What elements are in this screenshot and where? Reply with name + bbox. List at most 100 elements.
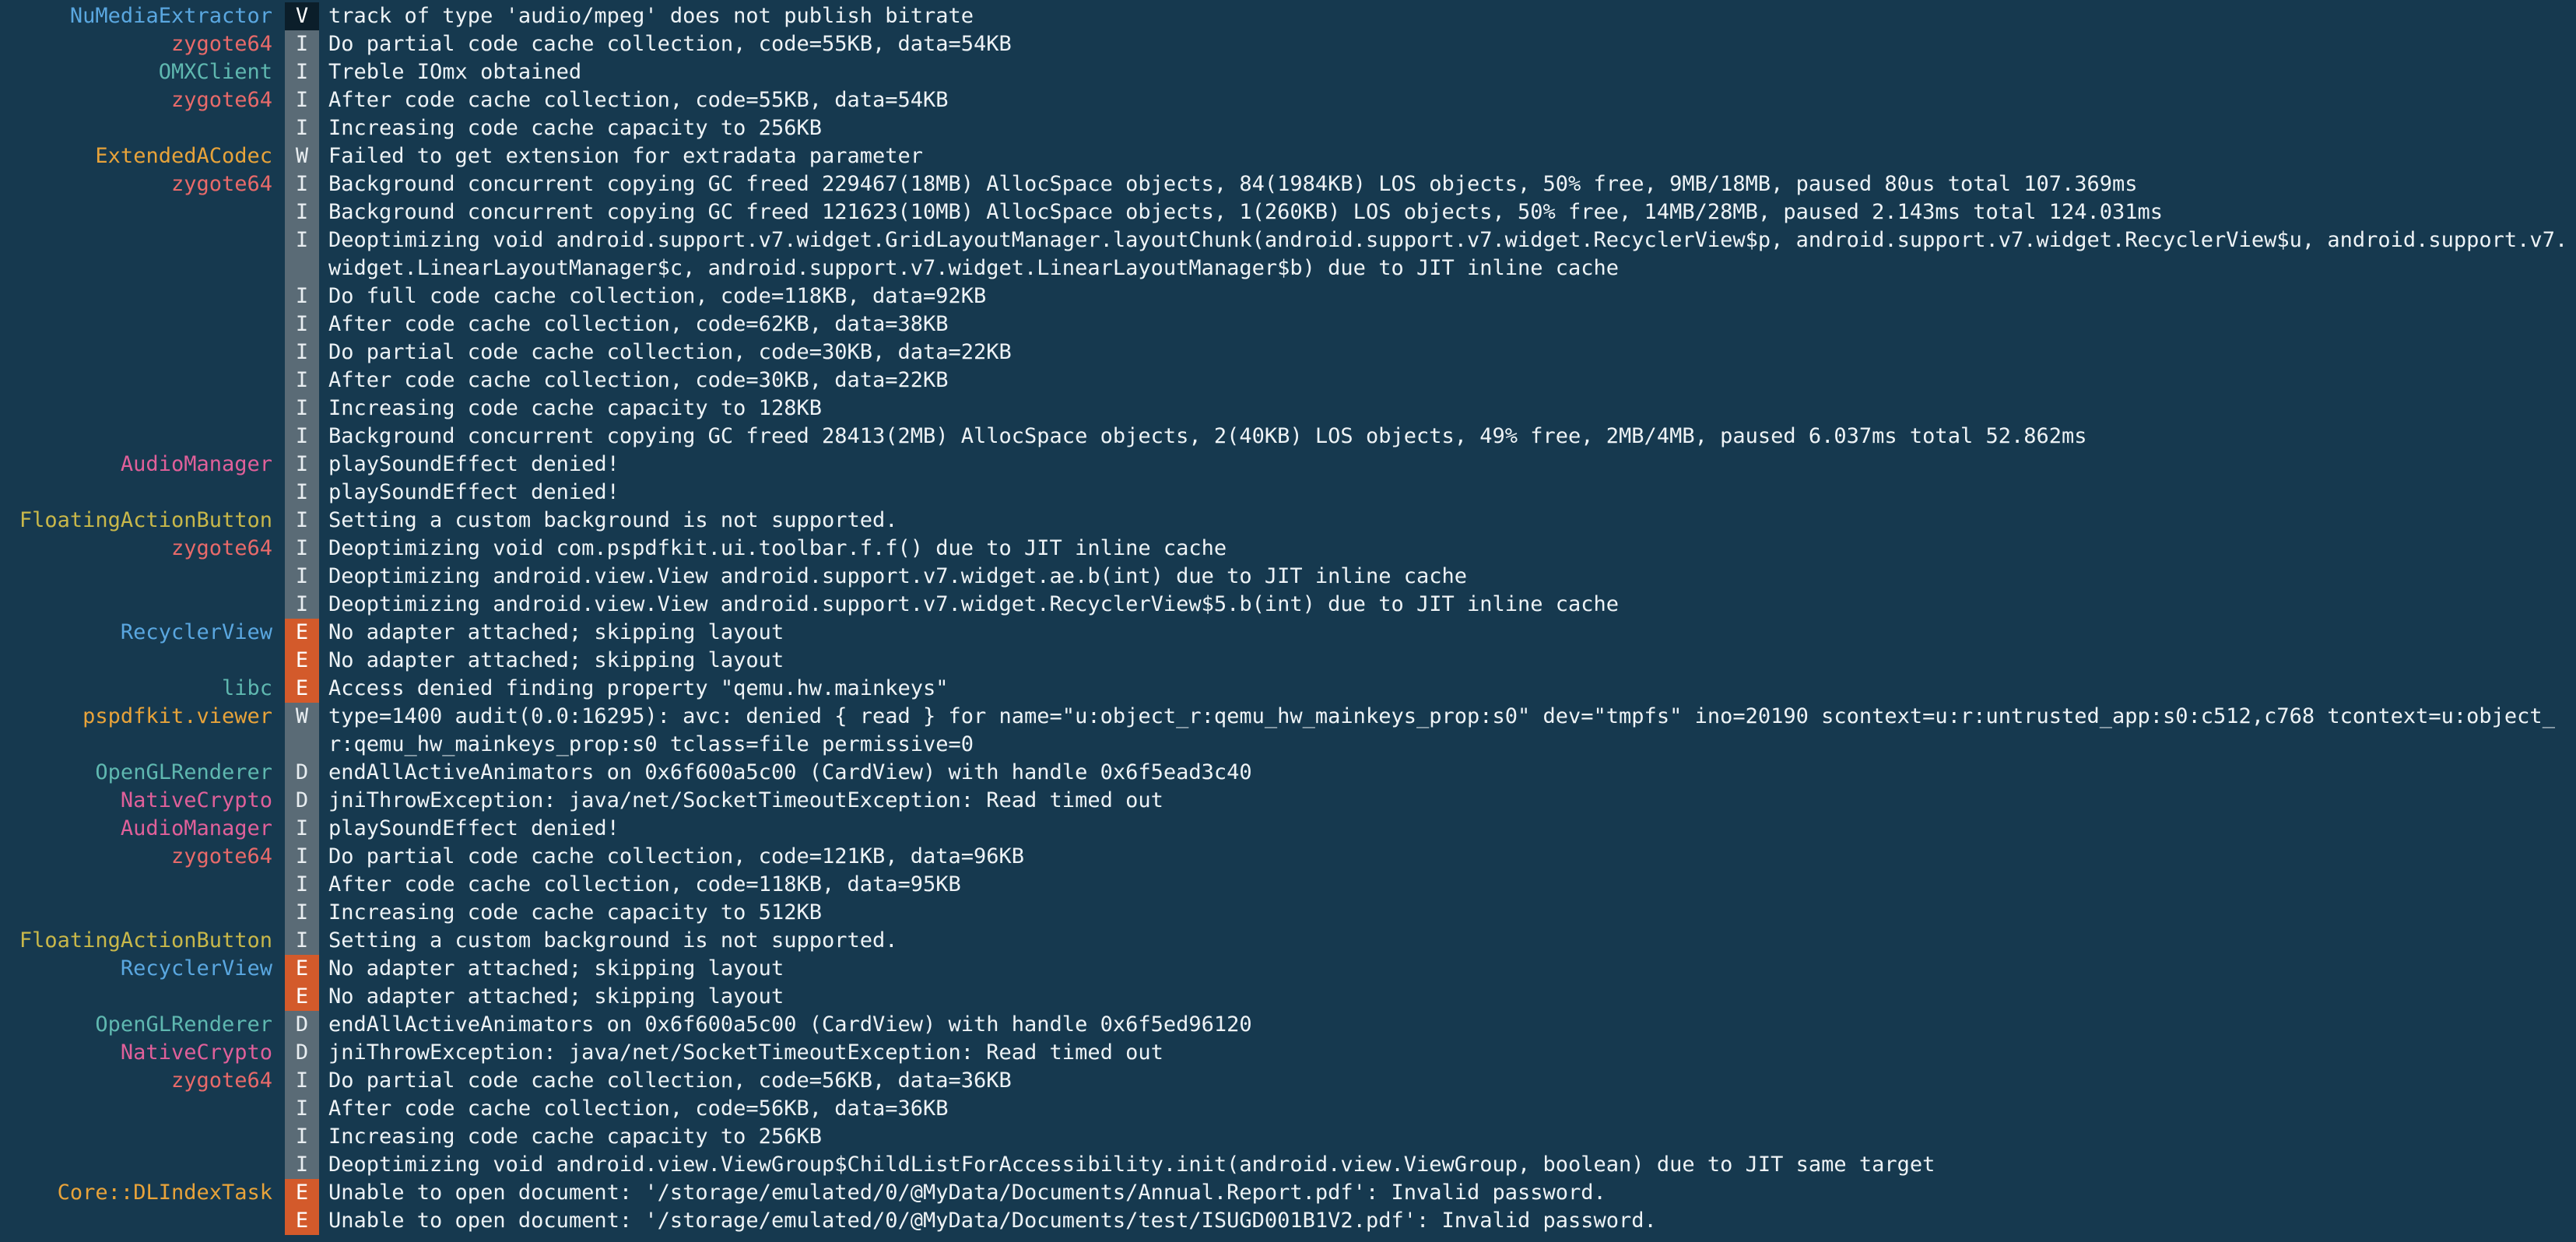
log-tag: zygote64: [170, 32, 272, 56]
log-tag: AudioManager: [120, 452, 272, 476]
log-message: Unable to open document: '/storage/emula…: [328, 1209, 1657, 1233]
log-level-badge: I: [285, 1095, 319, 1123]
log-level-badge: I: [285, 1123, 319, 1151]
log-message: endAllActiveAnimators on 0x6f600a5c00 (C…: [328, 760, 1252, 784]
log-row: I Deoptimizing void android.view.ViewGrou…: [0, 1151, 2576, 1179]
log-row: NativeCrypto DjniThrowException: java/net…: [0, 1039, 2576, 1067]
log-tag: [0, 563, 285, 591]
log-level-badge: I: [285, 395, 319, 423]
log-tag: [0, 226, 285, 282]
log-tag: [0, 339, 285, 367]
log-message: Background concurrent copying GC freed 1…: [328, 200, 2164, 224]
log-level-badge: I: [285, 871, 319, 899]
log-message: No adapter attached; skipping layout: [328, 956, 784, 981]
log-tag: RecyclerView: [120, 956, 272, 981]
log-row: I Background concurrent copying GC freed …: [0, 198, 2576, 226]
log-row: I Increasing code cache capacity to 512KB: [0, 899, 2576, 927]
log-row: libc E Access denied finding property "qem…: [0, 675, 2576, 703]
log-level-badge: I: [285, 58, 319, 86]
log-tag: OpenGLRenderer: [95, 1012, 272, 1037]
log-row: E Unable to open document: '/storage/emul…: [0, 1207, 2576, 1235]
log-level-badge: E: [285, 983, 319, 1011]
log-message: After code cache collection, code=30KB, …: [328, 368, 949, 392]
log-tag: [0, 395, 285, 423]
log-message: playSoundEffect denied!: [328, 816, 619, 840]
log-message: Setting a custom background is not suppo…: [328, 508, 898, 532]
log-tag: FloatingActionButton: [19, 508, 272, 532]
log-tag: NuMediaExtractor: [69, 4, 272, 28]
log-level-badge: I: [285, 86, 319, 114]
log-message: endAllActiveAnimators on 0x6f600a5c00 (C…: [328, 1012, 1252, 1037]
log-message: Increasing code cache capacity to 256KB: [328, 1124, 822, 1149]
log-row: I After code cache collection, code=30KB,…: [0, 367, 2576, 395]
log-row: RecyclerView E No adapter attached; skippi…: [0, 955, 2576, 983]
log-tag: zygote64: [170, 536, 272, 560]
log-message: Deoptimizing void com.pspdfkit.ui.toolba…: [328, 536, 1227, 560]
log-message: No adapter attached; skipping layout: [328, 648, 784, 672]
log-level-badge: I: [285, 310, 319, 339]
log-row: FloatingActionButton I Setting a custom ba…: [0, 507, 2576, 535]
log-tag: ExtendedACodec: [95, 144, 272, 168]
log-level-badge: I: [285, 30, 319, 58]
log-tag: zygote64: [170, 1068, 272, 1093]
log-row: I Deoptimizing android.view.View android.…: [0, 563, 2576, 591]
log-row: I Deoptimizing android.view.View android.…: [0, 591, 2576, 619]
log-row: I Increasing code cache capacity to 256KB: [0, 114, 2576, 142]
log-level-badge: I: [285, 114, 319, 142]
log-tag: pspdfkit.viewer: [82, 704, 272, 728]
log-level-badge: I: [285, 591, 319, 619]
log-message: playSoundEffect denied!: [328, 480, 619, 504]
log-tag: OpenGLRenderer: [95, 760, 272, 784]
log-level-badge: D: [285, 1039, 319, 1067]
log-tag: NativeCrypto: [120, 1040, 272, 1065]
log-message: Do partial code cache collection, code=5…: [328, 1068, 1012, 1093]
log-row: AudioManager IplaySoundEffect denied!: [0, 815, 2576, 843]
log-level-badge: E: [285, 955, 319, 983]
log-level-badge: I: [285, 843, 319, 871]
log-row: zygote64 I Deoptimizing void com.pspdfkit.…: [0, 535, 2576, 563]
log-level-badge: I: [285, 339, 319, 367]
log-tag: [0, 1123, 285, 1151]
log-tag: FloatingActionButton: [19, 928, 272, 953]
log-tag: [0, 983, 285, 1011]
logcat-output[interactable]: NuMediaExtractor Vtrack of type 'audio/mp…: [0, 2, 2576, 1235]
log-level-badge: I: [285, 170, 319, 198]
log-row: OpenGLRenderer DendAllActiveAnimators on …: [0, 759, 2576, 787]
log-row: zygote64 I Do partial code cache collectio…: [0, 843, 2576, 871]
log-level-badge: I: [285, 423, 319, 451]
log-row: AudioManager IplaySoundEffect denied!: [0, 451, 2576, 479]
log-tag: libc: [221, 676, 272, 700]
log-tag: [0, 367, 285, 395]
log-message: Do full code cache collection, code=118K…: [328, 284, 987, 308]
log-row: I Increasing code cache capacity to 128KB: [0, 395, 2576, 423]
log-row: OMXClient I Treble IOmx obtained: [0, 58, 2576, 86]
log-level-badge: I: [285, 507, 319, 535]
log-row: I After code cache collection, code=118KB…: [0, 871, 2576, 899]
log-row: pspdfkit.viewer Wtype=1400 audit(0.0:1629…: [0, 703, 2576, 759]
log-message: Background concurrent copying GC freed 2…: [328, 172, 2138, 196]
log-level-badge: I: [285, 1067, 319, 1095]
log-row: E No adapter attached; skipping layout: [0, 647, 2576, 675]
log-row: NuMediaExtractor Vtrack of type 'audio/mp…: [0, 2, 2576, 30]
log-row: E No adapter attached; skipping layout: [0, 983, 2576, 1011]
log-level-badge: E: [285, 619, 319, 647]
log-message: Increasing code cache capacity to 128KB: [328, 396, 822, 420]
log-row: I Do full code cache collection, code=118…: [0, 282, 2576, 310]
log-row: I After code cache collection, code=62KB,…: [0, 310, 2576, 339]
log-tag: [0, 423, 285, 451]
log-row: I Background concurrent copying GC freed …: [0, 423, 2576, 451]
log-tag: [0, 1151, 285, 1179]
log-level-badge: I: [285, 1151, 319, 1179]
log-row: Core::DLIndexTask E Unable to open documen…: [0, 1179, 2576, 1207]
log-level-badge: W: [285, 142, 319, 170]
log-row: ExtendedACodec W Failed to get extension f…: [0, 142, 2576, 170]
log-message: Deoptimizing void android.support.v7.wid…: [328, 228, 2568, 280]
log-message: jniThrowException: java/net/SocketTimeou…: [328, 1040, 1163, 1065]
log-level-badge: I: [285, 479, 319, 507]
log-row: zygote64 I Background concurrent copying G…: [0, 170, 2576, 198]
log-tag: zygote64: [170, 844, 272, 868]
log-message: Do partial code cache collection, code=1…: [328, 844, 1025, 868]
log-level-badge: I: [285, 927, 319, 955]
log-tag: zygote64: [170, 172, 272, 196]
log-message: playSoundEffect denied!: [328, 452, 619, 476]
